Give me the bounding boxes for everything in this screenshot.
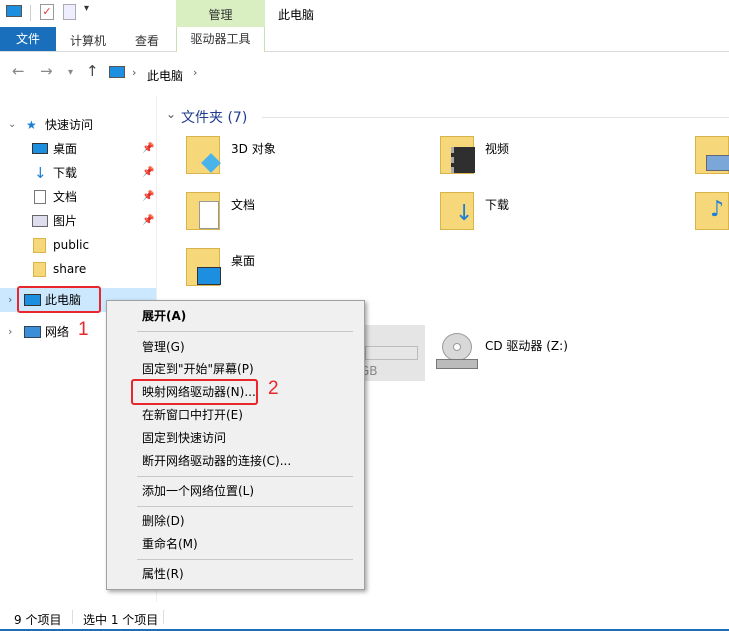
tab-view[interactable]: 查看 — [122, 31, 172, 51]
tab-drive-tools[interactable]: 驱动器工具 — [176, 27, 265, 52]
address-computer-icon — [109, 66, 125, 78]
chevron-right-icon[interactable]: › — [193, 66, 197, 79]
pin-icon[interactable]: 📌 — [142, 215, 154, 226]
menu-item-expand[interactable]: 展开(A) — [142, 306, 186, 326]
sidebar-item-public[interactable]: public — [32, 233, 152, 257]
sidebar-label: share — [53, 262, 87, 276]
sidebar-item-share[interactable]: share — [32, 257, 152, 281]
sidebar-label: public — [53, 238, 90, 252]
status-selected-count: 选中 1 个项目 — [83, 613, 159, 627]
menu-item-pin-to-start[interactable]: 固定到"开始"屏幕(P) — [142, 359, 254, 379]
forward-icon[interactable]: → — [40, 62, 53, 80]
folder-3d-objects-icon[interactable] — [186, 136, 221, 174]
folder-label[interactable]: 3D 对象 — [231, 140, 276, 157]
menu-item-manage[interactable]: 管理(G) — [142, 337, 185, 357]
chevron-right-icon[interactable]: › — [132, 66, 136, 79]
window-title: 此电脑 — [278, 8, 315, 22]
folder-label[interactable]: 视频 — [485, 140, 509, 157]
folder-label[interactable]: 桌面 — [231, 252, 255, 269]
menu-item-pin-quick-access[interactable]: 固定到快速访问 — [142, 428, 226, 448]
status-divider — [72, 610, 73, 624]
address-bar[interactable] — [104, 62, 729, 86]
folder-downloads-icon[interactable]: ↓ — [440, 192, 474, 230]
chevron-right-icon[interactable]: › — [8, 288, 12, 312]
menu-item-delete[interactable]: 删除(D) — [142, 511, 185, 531]
menu-separator — [137, 559, 353, 560]
folder-icon — [33, 238, 46, 253]
back-icon[interactable]: ← — [12, 62, 25, 80]
menu-item-add-network-location[interactable]: 添加一个网络位置(L) — [142, 481, 254, 501]
group-header-line — [262, 117, 729, 118]
menu-separator — [137, 506, 353, 507]
new-folder-icon[interactable] — [63, 4, 76, 20]
menu-item-rename[interactable]: 重命名(M) — [142, 534, 198, 554]
annotation-box-2 — [131, 379, 258, 405]
tab-computer[interactable]: 计算机 — [60, 31, 116, 51]
folder-label[interactable]: 文档 — [231, 196, 255, 213]
folder-label[interactable]: 下载 — [485, 196, 509, 213]
sidebar-item-desktop[interactable]: 桌面 — [32, 137, 152, 161]
picture-icon — [32, 215, 48, 227]
annotation-box-1 — [17, 286, 101, 313]
address-path[interactable]: 此电脑 — [147, 67, 183, 84]
folder-music-icon[interactable]: ♪ — [695, 192, 729, 230]
cd-drive-label[interactable]: CD 驱动器 (Z:) — [485, 337, 568, 354]
pin-icon[interactable]: 📌 — [142, 143, 154, 154]
network-icon — [24, 326, 41, 338]
folder-desktop-icon[interactable] — [186, 248, 221, 286]
annotation-number-2: 2 — [268, 378, 279, 399]
manage-tab-group[interactable]: 管理 — [176, 0, 265, 27]
sidebar-label: 桌面 — [53, 142, 78, 156]
menu-separator — [137, 331, 353, 332]
chevron-down-icon[interactable]: ⌄ — [8, 113, 16, 137]
pin-icon[interactable]: 📌 — [142, 191, 154, 202]
sidebar-label: 文档 — [53, 190, 78, 204]
menu-item-open-new-window[interactable]: 在新窗口中打开(E) — [142, 405, 243, 425]
tab-file[interactable]: 文件 — [0, 27, 56, 51]
sidebar-label: 快速访问 — [45, 118, 94, 132]
sidebar-item-downloads[interactable]: ↓ 下载 — [32, 161, 152, 185]
folder-videos-icon[interactable] — [440, 136, 475, 174]
sidebar-label: 下载 — [53, 166, 78, 180]
document-icon — [34, 190, 46, 204]
drive-usage-bar — [365, 346, 418, 360]
sidebar-item-pictures[interactable]: 图片 — [32, 209, 152, 233]
sidebar-label: 网络 — [45, 325, 70, 339]
sidebar-label: 图片 — [53, 214, 78, 228]
customize-toolbar-icon[interactable]: ▾ — [84, 3, 89, 14]
menu-item-properties[interactable]: 属性(R) — [142, 564, 184, 584]
computer-icon — [6, 5, 22, 17]
folder-pictures-icon[interactable] — [695, 136, 729, 174]
cd-drive-icon[interactable] — [436, 333, 478, 371]
menu-separator — [137, 476, 353, 477]
desktop-icon — [32, 143, 48, 154]
chevron-right-icon[interactable]: › — [8, 320, 12, 344]
folders-group-header[interactable]: 文件夹 (7) — [181, 107, 247, 127]
status-item-count: 9 个项目 — [14, 613, 62, 627]
recent-locations-icon[interactable]: ▾ — [68, 67, 73, 78]
properties-icon[interactable]: ✓ — [40, 4, 54, 20]
folder-icon — [33, 262, 46, 277]
pin-icon[interactable]: 📌 — [142, 167, 154, 178]
menu-item-disconnect-network-drive[interactable]: 断开网络驱动器的连接(C)... — [142, 451, 291, 471]
sidebar-item-documents[interactable]: 文档 — [32, 185, 152, 209]
title-bar — [0, 0, 729, 27]
download-icon: ↓ — [34, 164, 47, 182]
up-icon[interactable]: ↑ — [86, 62, 99, 80]
divider — [30, 5, 31, 21]
folder-documents-icon[interactable] — [186, 192, 220, 230]
chevron-down-icon[interactable]: ⌄ — [166, 107, 176, 121]
annotation-number-1: 1 — [78, 319, 89, 340]
manage-label: 管理 — [208, 8, 233, 22]
status-divider — [163, 610, 164, 624]
star-icon: ★ — [26, 118, 37, 132]
